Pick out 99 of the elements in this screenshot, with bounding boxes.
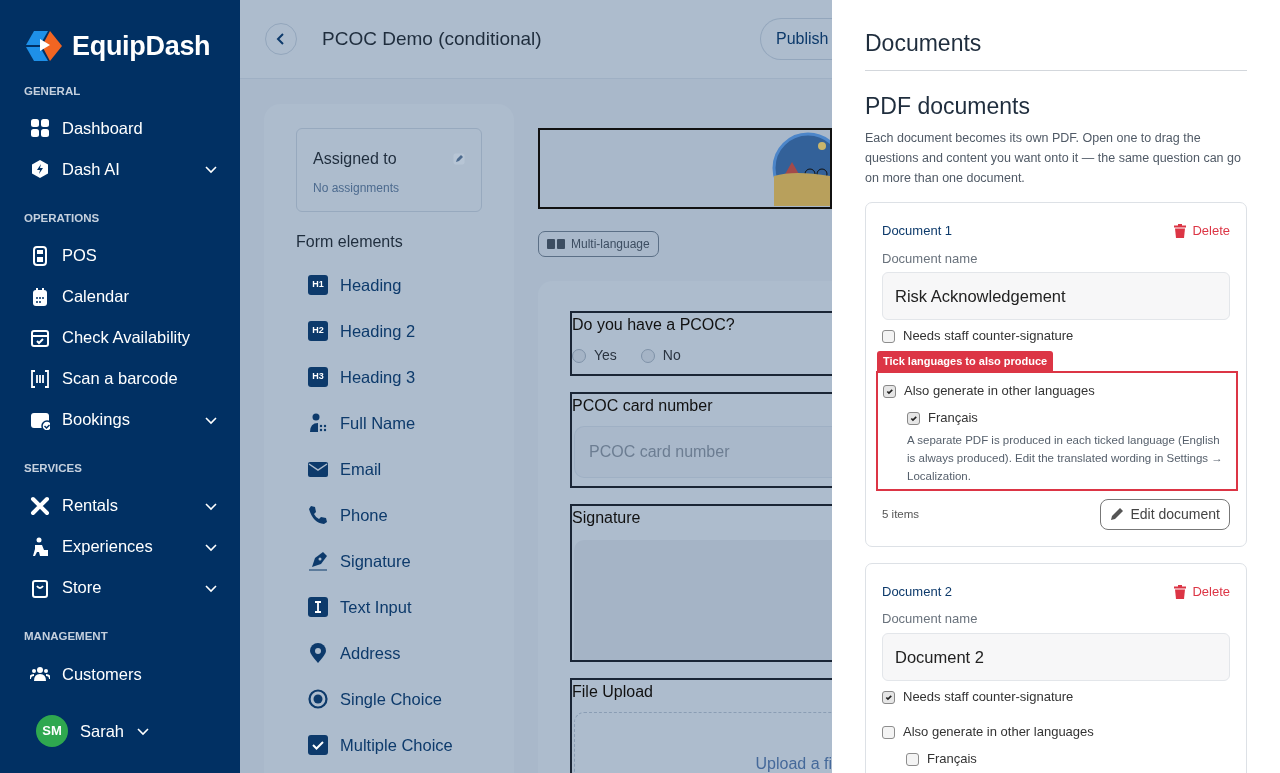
checkbox[interactable] xyxy=(882,330,895,344)
translate-icon xyxy=(547,239,565,249)
section-label: SERVICES xyxy=(24,461,83,476)
page-title: PCOC Demo (conditional) xyxy=(322,26,542,51)
upload-prompt: Upload a fi xyxy=(755,754,832,773)
annotation-tag: Tick languages to also produce xyxy=(877,351,1054,372)
person-icon xyxy=(308,413,328,433)
form-element-item[interactable]: Text Input xyxy=(296,584,482,630)
form-element-item[interactable]: Single Choice xyxy=(296,676,482,722)
nav-item[interactable]: Customers xyxy=(24,653,240,695)
heading-badge: H1 xyxy=(308,275,328,295)
form-element-item[interactable]: Signature xyxy=(296,538,482,584)
document-name-field[interactable]: Risk Acknowledgement xyxy=(882,272,1230,321)
field-label: Document name xyxy=(882,611,979,628)
nav-item[interactable]: Store xyxy=(24,567,240,609)
card-terminal-icon xyxy=(30,245,50,266)
form-element-item[interactable]: Phone xyxy=(296,492,482,538)
user-name: Sarah xyxy=(80,720,125,742)
panel-title: Documents xyxy=(865,30,1247,71)
radio-option[interactable]: No xyxy=(640,345,681,366)
radio-button[interactable] xyxy=(572,348,586,363)
checkbox-row[interactable]: Français xyxy=(906,750,1230,768)
barcode-scan-icon xyxy=(30,368,50,389)
item-count: 5 items xyxy=(882,506,920,522)
multi-language-chip[interactable]: Multi-language xyxy=(538,231,659,257)
nav-item[interactable]: Experiences xyxy=(24,526,240,568)
field-label: Document name xyxy=(882,250,979,267)
person-icon xyxy=(30,536,50,557)
question-label: Do you have a PCOC? xyxy=(572,315,736,335)
checkbox[interactable] xyxy=(882,725,895,739)
form-element-item[interactable]: H2 Heading 2 xyxy=(296,308,482,354)
heading-badge: H3 xyxy=(308,367,328,387)
nav-item[interactable]: Scan a barcode xyxy=(24,358,240,399)
form-element-item[interactable]: Address xyxy=(296,630,482,676)
document-name-field[interactable]: Document 2 xyxy=(882,633,1230,682)
edit-icon[interactable] xyxy=(453,153,465,165)
help-text: A separate PDF is produced in each ticked language (English is always produced). Edit the translated wording in Settings → Localization. xyxy=(907,432,1224,484)
section-label: MANAGEMENT xyxy=(24,629,109,645)
checkbox-row[interactable]: Also generate in other languages xyxy=(882,723,1230,741)
radio-button[interactable] xyxy=(640,348,655,363)
radio-option[interactable]: Yes xyxy=(572,345,617,366)
nav-item[interactable]: Check Availability xyxy=(24,317,240,358)
checkbox[interactable] xyxy=(882,691,895,704)
nav-item[interactable]: Bookings xyxy=(24,399,240,440)
pencil-icon xyxy=(1109,507,1124,522)
assigned-title: Assigned to xyxy=(313,149,397,169)
logo-icon xyxy=(24,29,64,64)
heading-badge: H2 xyxy=(308,321,328,341)
description-text: Each document becomes its own PDF. Open one to drag the questions and content you want onto it — the same question can go on more than one document. xyxy=(865,130,1242,188)
checkbox[interactable] xyxy=(906,752,919,766)
radio-icon xyxy=(308,689,328,709)
chip-label: Multi-language xyxy=(571,236,650,253)
form-element-item[interactable]: Multiple Choice xyxy=(296,722,482,768)
user-menu[interactable]: SM Sarah xyxy=(24,710,240,752)
nav-item[interactable]: Dash AI xyxy=(24,148,240,190)
nav-item[interactable]: Dashboard xyxy=(24,107,240,149)
envelope-icon xyxy=(308,459,328,479)
checkbox-row[interactable]: Also generate in other languages xyxy=(883,383,1230,401)
text-input-field[interactable]: PCOC card number xyxy=(574,426,832,478)
hexagon-bolt-icon xyxy=(30,159,50,180)
checkbox[interactable] xyxy=(907,412,920,425)
nav-item[interactable]: Rentals xyxy=(24,485,240,527)
trash-icon xyxy=(1174,223,1187,238)
phone-icon xyxy=(308,505,328,525)
checkbox[interactable] xyxy=(883,385,896,399)
nav-item[interactable]: POS xyxy=(24,235,240,276)
delete-button[interactable]: Delete xyxy=(1174,581,1230,602)
calendar-icon xyxy=(30,286,50,307)
text-cursor-icon xyxy=(308,597,328,617)
section-title: PDF documents xyxy=(865,92,1031,121)
grid-icon xyxy=(30,118,50,139)
form-element-item[interactable]: H3 Heading 3 xyxy=(296,354,482,400)
avatar: SM xyxy=(36,715,68,747)
form-element-item[interactable]: H1 Heading xyxy=(296,262,482,308)
nav-item[interactable]: Calendar xyxy=(24,276,240,317)
checkbox-row[interactable]: Français xyxy=(907,410,1230,427)
shopping-bag-icon xyxy=(30,577,50,598)
document-heading: Document 1 xyxy=(882,222,953,241)
section-label: GENERAL xyxy=(24,83,82,99)
question-label: PCOC card number xyxy=(572,396,714,416)
users-icon xyxy=(30,664,50,684)
form-element-item[interactable]: Email xyxy=(296,446,482,492)
assigned-value: No assignments xyxy=(313,180,401,197)
map-pin-icon xyxy=(308,643,328,663)
question-label: Signature xyxy=(572,508,642,528)
edit-document-button[interactable]: Edit document xyxy=(1099,498,1230,530)
document-heading: Document 2 xyxy=(882,582,953,601)
pen-nib-icon xyxy=(308,551,328,571)
question-label: File Upload xyxy=(572,682,654,702)
checkbox-icon xyxy=(308,735,328,755)
trash-icon xyxy=(1174,584,1187,599)
delete-button[interactable]: Delete xyxy=(1174,221,1230,241)
section-title: Form elements xyxy=(296,232,404,252)
form-element-item[interactable]: Full Name xyxy=(296,400,482,446)
calendar-check-icon xyxy=(30,327,50,348)
section-label: OPERATIONS xyxy=(24,210,101,226)
checkbox-row[interactable]: Needs staff counter-signature xyxy=(882,328,1230,346)
checkbox-row[interactable]: Needs staff counter-signature xyxy=(882,689,1230,706)
brand-name: EquipDash xyxy=(72,30,211,63)
